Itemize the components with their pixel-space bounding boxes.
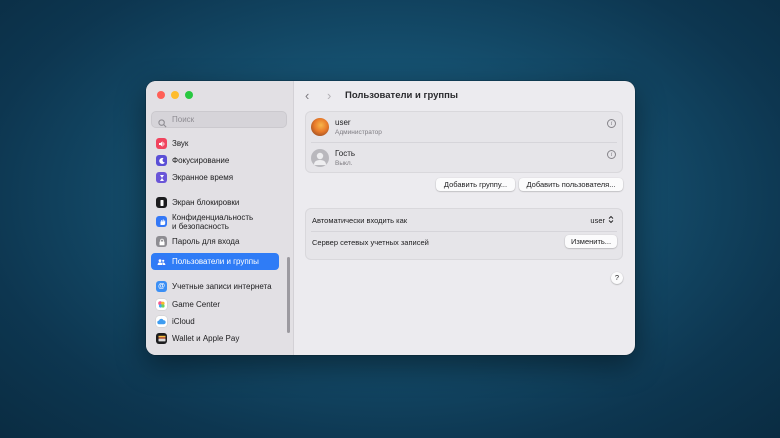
sidebar-item-label: Wallet и Apple Pay — [172, 334, 240, 343]
sidebar-item-label: Конфиденциальность и безопасность — [172, 212, 254, 231]
forward-button[interactable]: › — [327, 89, 331, 102]
sidebar-item-internet-accounts[interactable]: @ Учетные записи интернета — [151, 278, 279, 295]
minimize-button[interactable] — [171, 91, 179, 99]
sidebar-item-label: Звук — [172, 139, 189, 148]
search-field[interactable]: Поиск — [151, 111, 287, 128]
sidebar-item-label: Пользователи и группы — [172, 257, 259, 266]
sidebar-item-label: Фокусирование — [172, 156, 230, 165]
divider — [311, 231, 617, 232]
network-server-label: Сервер сетевых учетных записей — [312, 238, 429, 247]
sidebar-item-label: Game Center — [172, 300, 221, 309]
user-role: Выкл. — [335, 160, 353, 167]
zoom-button[interactable] — [185, 91, 193, 99]
user-row-admin[interactable]: user Администратор i — [306, 112, 622, 142]
sidebar-item-lock-screen[interactable]: Экран блокировки — [151, 194, 279, 211]
auto-login-value: user — [590, 216, 605, 225]
user-role: Администратор — [335, 129, 382, 136]
search-placeholder: Поиск — [172, 115, 195, 124]
search-icon — [158, 115, 167, 133]
moon-icon — [156, 155, 167, 166]
chevron-up-down-icon — [608, 215, 614, 226]
system-settings-window: Поиск Звук Фокусирование Экранное время — [146, 81, 635, 355]
users-icon — [156, 256, 167, 267]
at-icon: @ — [156, 281, 167, 292]
sidebar-item-users-groups[interactable]: Пользователи и группы — [151, 253, 279, 270]
users-list: user Администратор i Гость Выкл. i — [305, 111, 623, 173]
info-icon[interactable]: i — [607, 150, 616, 159]
hand-icon — [156, 216, 167, 227]
change-button[interactable]: Изменить... — [565, 235, 617, 248]
add-user-button[interactable]: Добавить пользователя... — [519, 178, 623, 191]
sidebar-item-screen-time[interactable]: Экранное время — [151, 169, 279, 186]
user-name: user — [335, 118, 351, 127]
game-center-icon — [156, 299, 167, 310]
cloud-icon — [156, 316, 167, 327]
lock-icon — [156, 236, 167, 247]
sidebar: Поиск Звук Фокусирование Экранное время — [146, 81, 294, 355]
back-button[interactable]: ‹ — [305, 89, 309, 102]
avatar — [311, 118, 329, 136]
login-settings: Автоматически входить как user Сервер се… — [305, 208, 623, 260]
auto-login-label: Автоматически входить как — [312, 216, 408, 225]
sidebar-item-wallet[interactable]: Wallet и Apple Pay — [151, 330, 279, 347]
user-name: Гость — [335, 149, 356, 158]
sidebar-item-focus[interactable]: Фокусирование — [151, 152, 279, 169]
sidebar-item-privacy[interactable]: Конфиденциальность и безопасность — [151, 211, 279, 232]
sidebar-item-icloud[interactable]: iCloud — [151, 313, 279, 330]
add-group-button[interactable]: Добавить группу... — [436, 178, 515, 191]
traffic-lights — [157, 91, 193, 99]
toolbar: ‹ › Пользователи и группы — [294, 81, 635, 111]
sidebar-item-login-password[interactable]: Пароль для входа — [151, 233, 279, 250]
lock-screen-icon — [156, 197, 167, 208]
page-title: Пользователи и группы — [345, 90, 458, 101]
hourglass-icon — [156, 172, 167, 183]
sidebar-item-label: Экранное время — [172, 173, 234, 182]
sidebar-item-game-center[interactable]: Game Center — [151, 296, 279, 313]
help-button[interactable]: ? — [611, 272, 623, 284]
speaker-icon — [156, 138, 167, 149]
sidebar-item-sound[interactable]: Звук — [151, 135, 279, 152]
sidebar-item-label: Пароль для входа — [172, 237, 240, 246]
guest-avatar-icon — [311, 149, 329, 167]
wallet-icon — [156, 333, 167, 344]
sidebar-item-label: Учетные записи интернета — [172, 282, 272, 291]
auto-login-popup[interactable]: user — [590, 215, 614, 226]
info-icon[interactable]: i — [607, 119, 616, 128]
sidebar-item-label: iCloud — [172, 317, 195, 326]
close-button[interactable] — [157, 91, 165, 99]
user-row-guest[interactable]: Гость Выкл. i — [306, 143, 622, 173]
sidebar-item-label: Экран блокировки — [172, 198, 240, 207]
sidebar-scrollbar[interactable] — [287, 257, 290, 333]
